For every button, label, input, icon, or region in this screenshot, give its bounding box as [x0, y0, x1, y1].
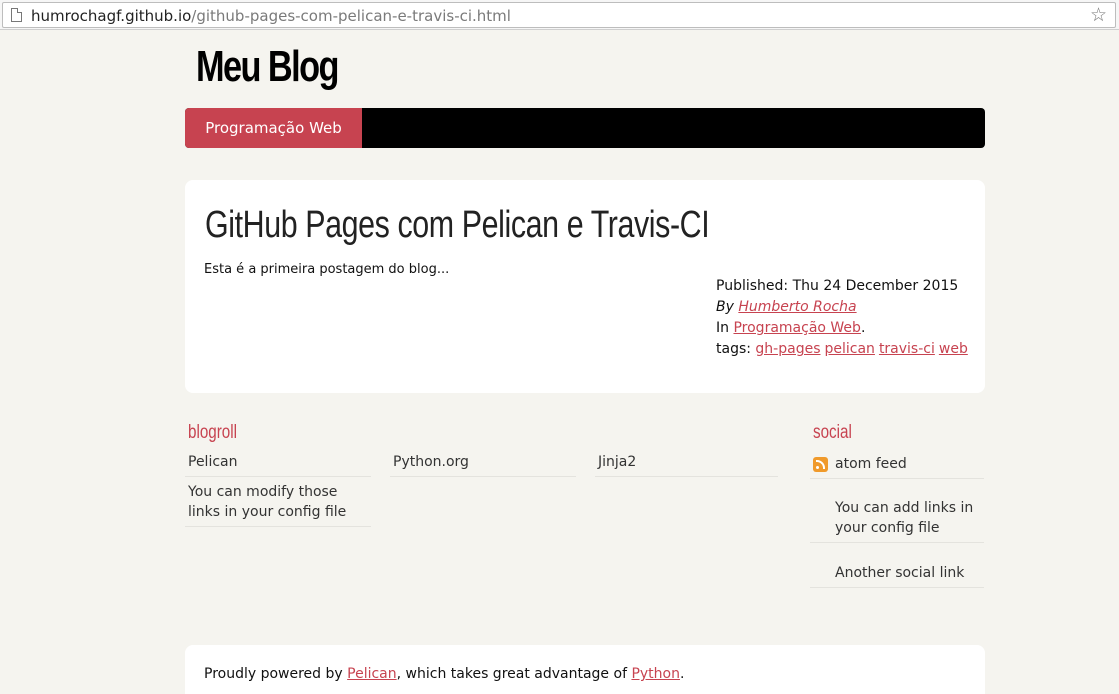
tag-link[interactable]: travis-ci — [879, 341, 935, 357]
in-label: In — [716, 320, 730, 336]
article-card: GitHub Pages com Pelican e Travis-CI Est… — [185, 180, 985, 393]
tags-label: tags: — [716, 341, 751, 357]
footer-middle: , which takes great advantage of — [396, 666, 632, 682]
author-line: By Humberto Rocha — [716, 297, 976, 318]
url-host: humrochagf.github.io — [31, 7, 192, 25]
footer-text: Proudly powered by Pelican, which takes … — [204, 666, 684, 682]
category-line: In Programação Web. — [716, 318, 976, 339]
footer-suffix: . — [679, 666, 685, 682]
tags-line: tags: gh-pages pelican travis-ci web — [716, 339, 976, 360]
footer: Proudly powered by Pelican, which takes … — [185, 645, 985, 694]
url-text[interactable]: humrochagf.github.io/github-pages-com-pe… — [31, 7, 511, 25]
published-date: Published: Thu 24 December 2015 — [716, 278, 959, 294]
url-path: /github-pages-com-pelican-e-travis-ci.ht… — [191, 7, 511, 25]
blogroll-link[interactable]: You can modify those links in your confi… — [185, 482, 371, 527]
article-summary: Esta é a primeira postagem do blog... — [204, 262, 450, 277]
tag-link[interactable]: pelican — [825, 341, 875, 357]
bookmark-star-icon[interactable]: ☆ — [1090, 4, 1107, 26]
tag-link[interactable]: gh-pages — [755, 341, 820, 357]
browser-toolbar: humrochagf.github.io/github-pages-com-pe… — [0, 0, 1119, 30]
footer-prefix: Proudly powered by — [204, 666, 348, 682]
social-link[interactable]: Another social link — [810, 563, 984, 588]
category-suffix: . — [860, 320, 866, 336]
address-bar[interactable]: humrochagf.github.io/github-pages-com-pe… — [2, 2, 1116, 28]
nav-item-programacao-web[interactable]: Programação Web — [185, 108, 362, 148]
blogroll-link[interactable]: Python.org — [390, 452, 576, 477]
python-link[interactable]: Python — [631, 666, 680, 682]
tag-link[interactable]: web — [939, 341, 968, 357]
page-icon — [11, 8, 22, 22]
article-meta: Published: Thu 24 December 2015 By Humbe… — [716, 276, 976, 360]
category-link[interactable]: Programação Web — [733, 320, 860, 336]
social-heading: social — [813, 422, 852, 443]
blogroll-link[interactable]: Jinja2 — [595, 452, 778, 477]
blogroll-heading: blogroll — [188, 422, 238, 443]
by-label: By — [716, 299, 734, 315]
main-nav: Programação Web — [185, 108, 985, 148]
social-link[interactable]: You can add links in your config file — [810, 498, 984, 543]
site-title[interactable]: Meu Blog — [196, 42, 340, 92]
article-title[interactable]: GitHub Pages com Pelican e Travis-CI — [205, 204, 710, 247]
author-link[interactable]: Humberto Rocha — [738, 299, 856, 315]
blogroll-link[interactable]: Pelican — [185, 452, 371, 477]
pelican-link[interactable]: Pelican — [347, 666, 397, 682]
social-link-atom-feed[interactable]: atom feed — [810, 454, 984, 479]
